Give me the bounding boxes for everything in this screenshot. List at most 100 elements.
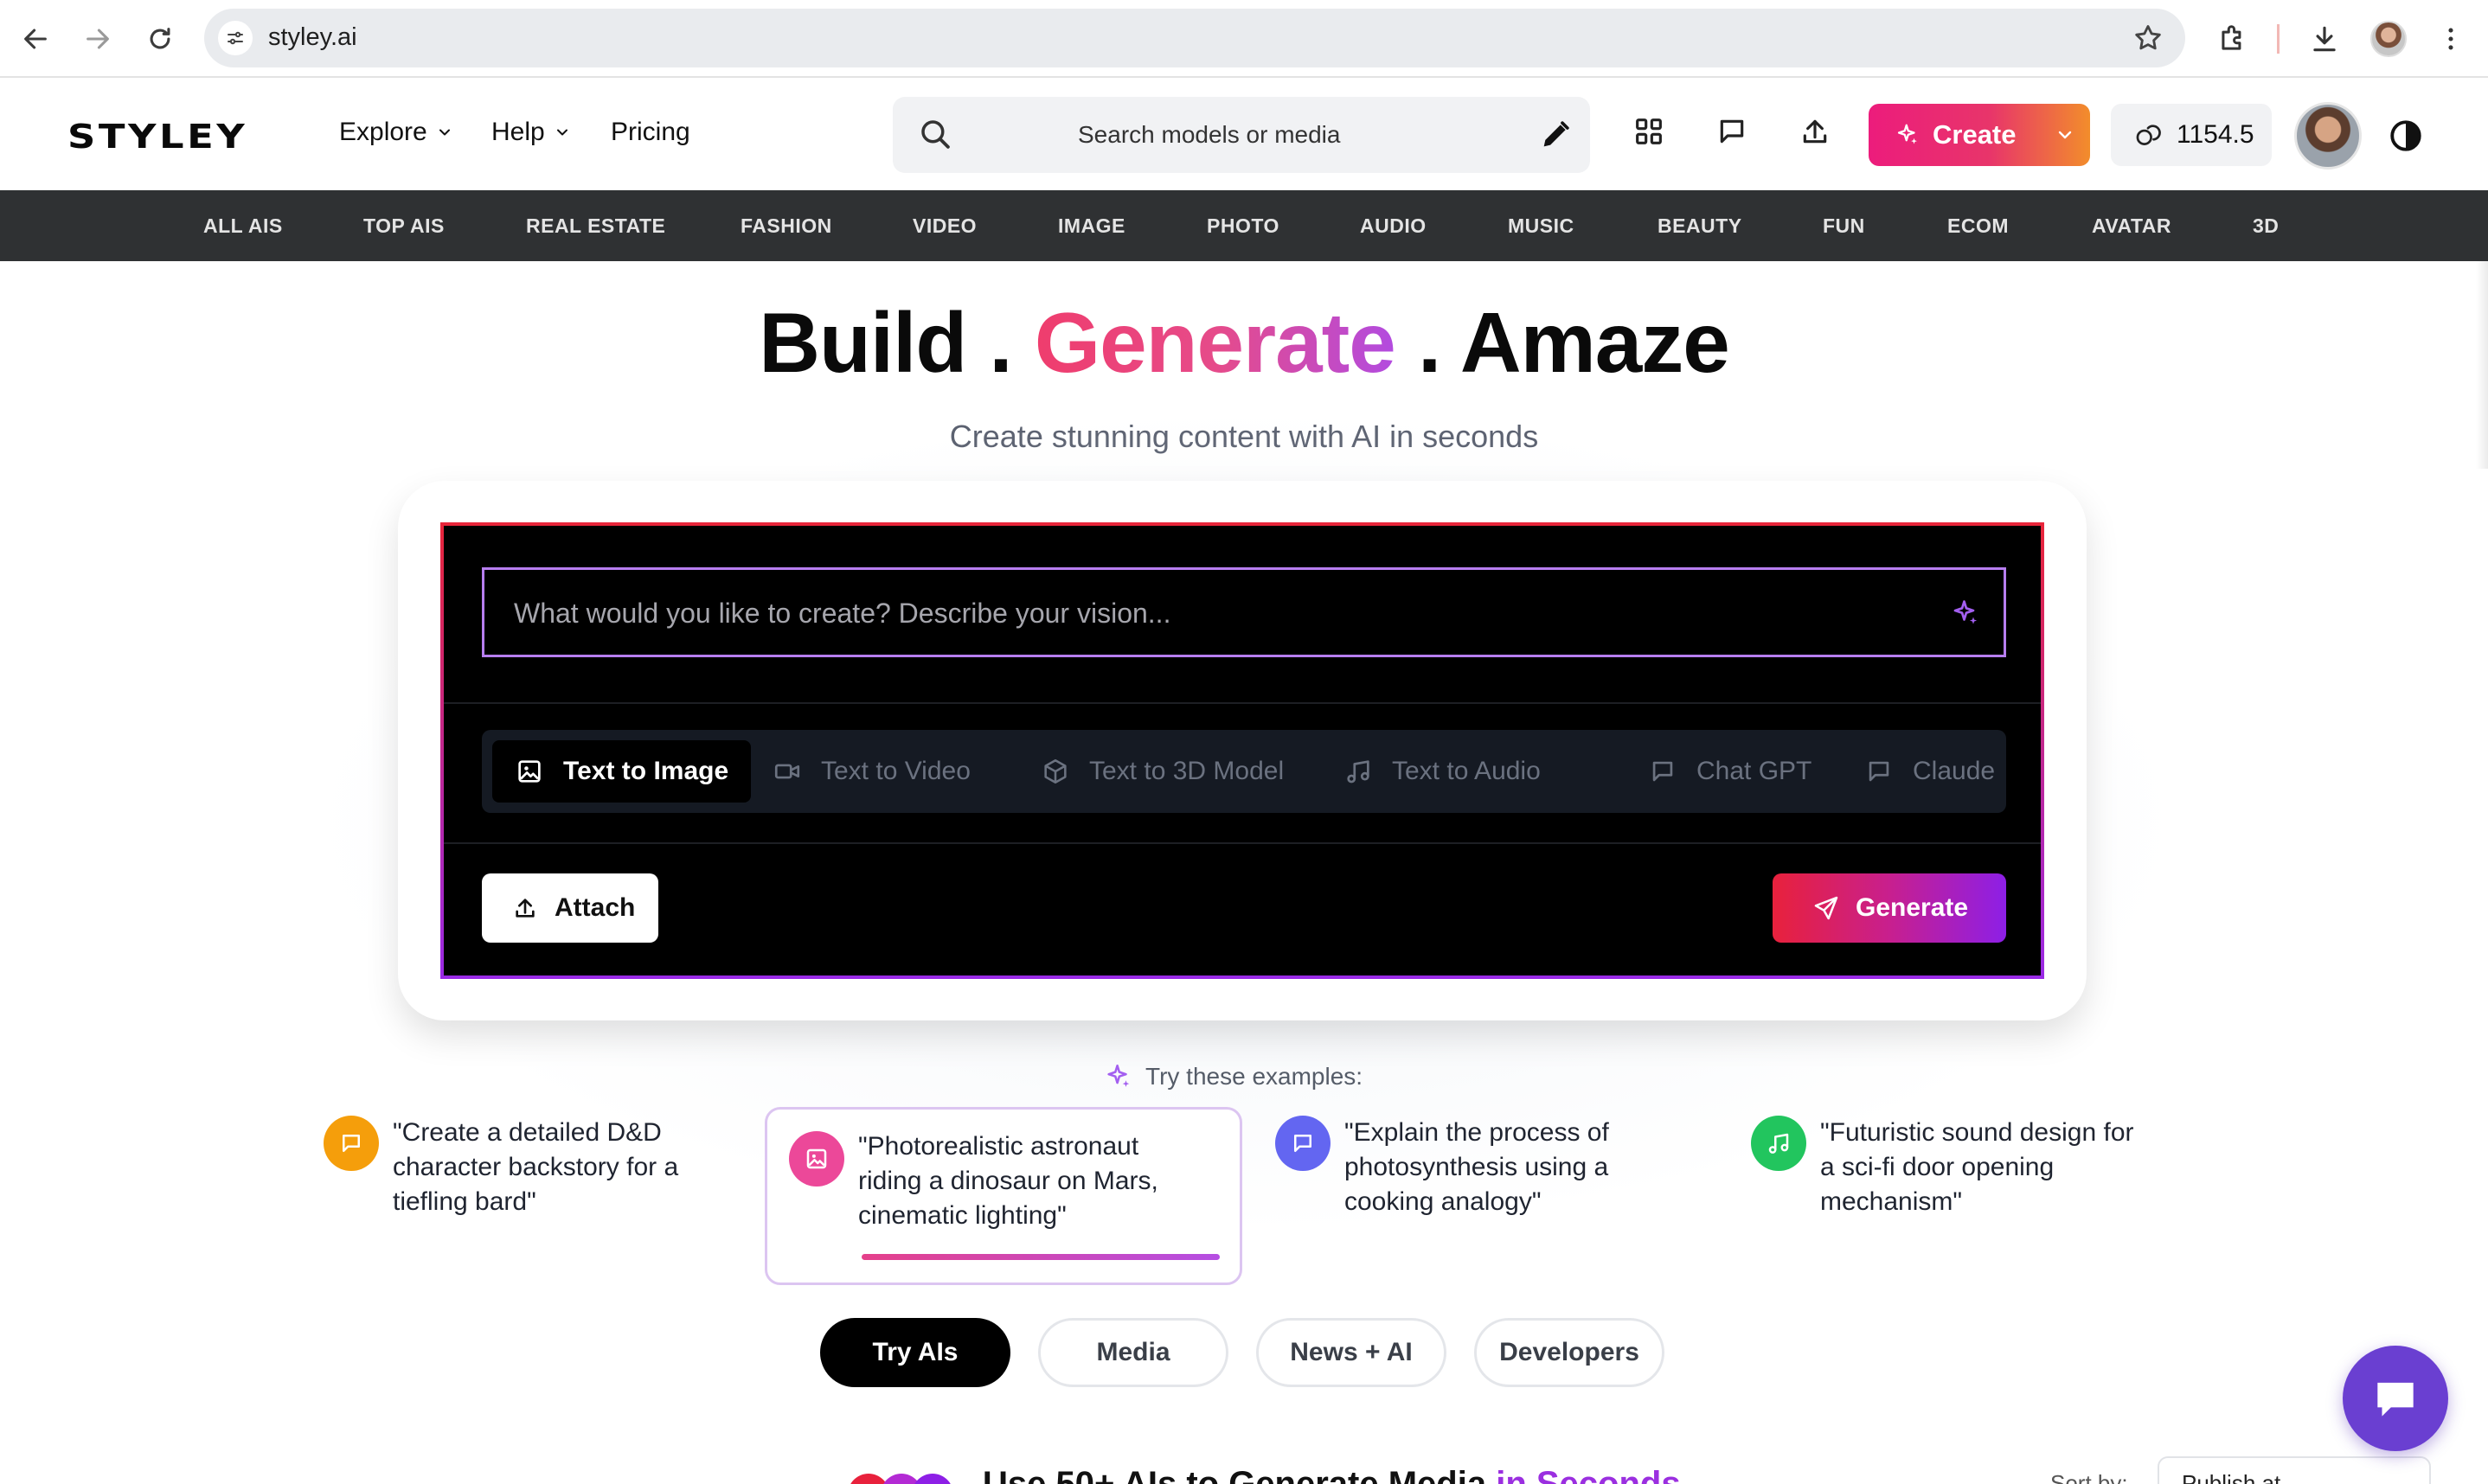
nav-pricing[interactable]: Pricing (611, 118, 690, 147)
styley-logo[interactable]: STYLEY (67, 118, 247, 156)
category-image[interactable]: IMAGE (1058, 214, 1125, 238)
music-note-icon (1751, 1116, 1806, 1171)
more-vert-icon[interactable] (2433, 21, 2469, 57)
mode-label: Text to Audio (1392, 757, 1541, 785)
chat-widget-button[interactable] (2343, 1346, 2448, 1451)
generate-label: Generate (1856, 893, 1969, 922)
download-icon[interactable] (2306, 21, 2343, 57)
section-title: Use 50+ AIs to Generate Media in Seconds (983, 1465, 1681, 1484)
image-icon (518, 760, 541, 783)
sparkle-icon[interactable] (1950, 598, 1981, 629)
generate-button[interactable]: Generate (1773, 873, 2006, 943)
credits-balance[interactable]: 1154.5 (2111, 104, 2272, 166)
chat-icon (1652, 761, 1673, 782)
category-music[interactable]: MUSIC (1508, 214, 1574, 238)
sparkle-icon (1897, 124, 1917, 144)
site-settings-icon[interactable] (218, 21, 253, 55)
tab-try-ais[interactable]: Try AIs (820, 1318, 1010, 1387)
category-all-ais[interactable]: ALL AIS (203, 214, 283, 238)
category-ecom[interactable]: ECOM (1947, 214, 2009, 238)
site-header: STYLEY Explore Help Pricing Search model… (0, 80, 2488, 190)
search-bar[interactable]: Search models or media (893, 97, 1590, 173)
mode-text-to-audio[interactable]: Text to Audio (1321, 740, 1563, 803)
category-bar: ALL AIS TOP AIS REAL ESTATE FASHION VIDE… (0, 190, 2488, 261)
sparkle-icon (1107, 1064, 1130, 1087)
category-top-ais[interactable]: TOP AIS (363, 214, 445, 238)
mode-text-to-image[interactable]: Text to Image (492, 740, 752, 803)
nav-pricing-label: Pricing (611, 118, 690, 146)
mode-label: Text to Image (563, 757, 729, 785)
mode-selector: Text to Image Text to Video Text to 3D M… (482, 730, 2006, 813)
chat-icon[interactable] (1715, 114, 1749, 149)
category-beauty[interactable]: BEAUTY (1658, 214, 1742, 238)
category-video[interactable]: VIDEO (913, 214, 977, 238)
category-3d[interactable]: 3D (2253, 214, 2279, 238)
ai-stack-logo (850, 1474, 951, 1484)
sort-select[interactable]: Publish at (2158, 1456, 2431, 1484)
category-photo[interactable]: PHOTO (1207, 214, 1279, 238)
user-avatar[interactable] (2294, 102, 2362, 170)
video-icon (774, 764, 800, 779)
mode-text-to-video[interactable]: Text to Video (750, 740, 993, 803)
attach-button[interactable]: Attach (482, 873, 658, 943)
browser-toolbar: styley.ai (0, 0, 2488, 78)
sort-label: Sort by: (2050, 1470, 2128, 1484)
mode-chat-gpt[interactable]: Chat GPT (1626, 740, 1834, 803)
mode-claude[interactable]: Claude (1842, 740, 2017, 803)
address-bar[interactable]: styley.ai (204, 9, 2185, 67)
nav-explore[interactable]: Explore (339, 118, 453, 147)
tab-media[interactable]: Media (1038, 1318, 1228, 1387)
nav-explore-label: Explore (339, 118, 427, 146)
image-icon (789, 1131, 844, 1187)
tab-developers[interactable]: Developers (1474, 1318, 1664, 1387)
forward-arrow-icon[interactable] (78, 19, 118, 59)
example-progress-bar (862, 1254, 1220, 1260)
chevron-down-icon (439, 129, 450, 136)
category-real-estate[interactable]: REAL ESTATE (526, 214, 665, 238)
chat-icon (1275, 1116, 1331, 1171)
search-placeholder: Search models or media (1078, 121, 1341, 148)
nav-help-label: Help (491, 118, 545, 146)
extensions-icon[interactable] (2215, 21, 2251, 57)
attach-label: Attach (555, 893, 636, 922)
pencil-icon[interactable] (1538, 118, 1573, 152)
credits-value: 1154.5 (2177, 120, 2254, 149)
profile-avatar[interactable] (2370, 21, 2407, 57)
theme-toggle-icon[interactable] (2388, 118, 2424, 154)
credits-icon (2136, 125, 2161, 145)
mode-label: Text to Video (821, 757, 971, 785)
example-text: "Photorealistic astronaut riding a dinos… (858, 1132, 1158, 1230)
section-title-main: Use 50+ AIs to Generate Media (983, 1465, 1487, 1484)
url-text: styley.ai (268, 23, 357, 51)
create-button[interactable]: Create (1869, 104, 2090, 166)
examples-label: Try these examples: (1145, 1063, 1363, 1090)
tab-news-ai[interactable]: News + AI (1256, 1318, 1446, 1387)
reload-icon[interactable] (140, 19, 180, 59)
bookmark-star-icon[interactable] (2132, 22, 2164, 54)
search-icon (921, 120, 950, 149)
upload-icon[interactable] (1798, 114, 1832, 149)
example-text: "Explain the process of photosynthesis u… (1344, 1118, 1609, 1216)
hero-title-part1: Build . (759, 295, 1012, 390)
category-avatar[interactable]: AVATAR (2092, 214, 2171, 238)
back-arrow-icon[interactable] (16, 19, 55, 59)
category-audio[interactable]: AUDIO (1360, 214, 1427, 238)
category-fun[interactable]: FUN (1823, 214, 1865, 238)
prompt-input[interactable]: What would you like to create? Describe … (482, 567, 2006, 657)
examples-heading: Try these examples: (1104, 1062, 1363, 1091)
divider (444, 702, 2041, 704)
mode-text-to-3d-model[interactable]: Text to 3D Model (1018, 740, 1306, 803)
cube-icon (1044, 758, 1067, 784)
chevron-down-icon[interactable] (2055, 125, 2075, 145)
category-fashion[interactable]: FASHION (741, 214, 832, 238)
music-note-icon (1347, 760, 1369, 784)
example-text: "Futuristic sound design for a sci-fi do… (1820, 1118, 2134, 1216)
send-icon (1814, 896, 1838, 920)
nav-help[interactable]: Help (491, 118, 571, 147)
upload-icon (516, 899, 535, 918)
grid-icon[interactable] (1632, 114, 1666, 149)
chevron-down-icon (556, 129, 567, 136)
example-text: "Create a detailed D&D character backsto… (393, 1118, 679, 1216)
divider (444, 842, 2041, 844)
prompt-placeholder: What would you like to create? Describe … (514, 598, 1171, 629)
